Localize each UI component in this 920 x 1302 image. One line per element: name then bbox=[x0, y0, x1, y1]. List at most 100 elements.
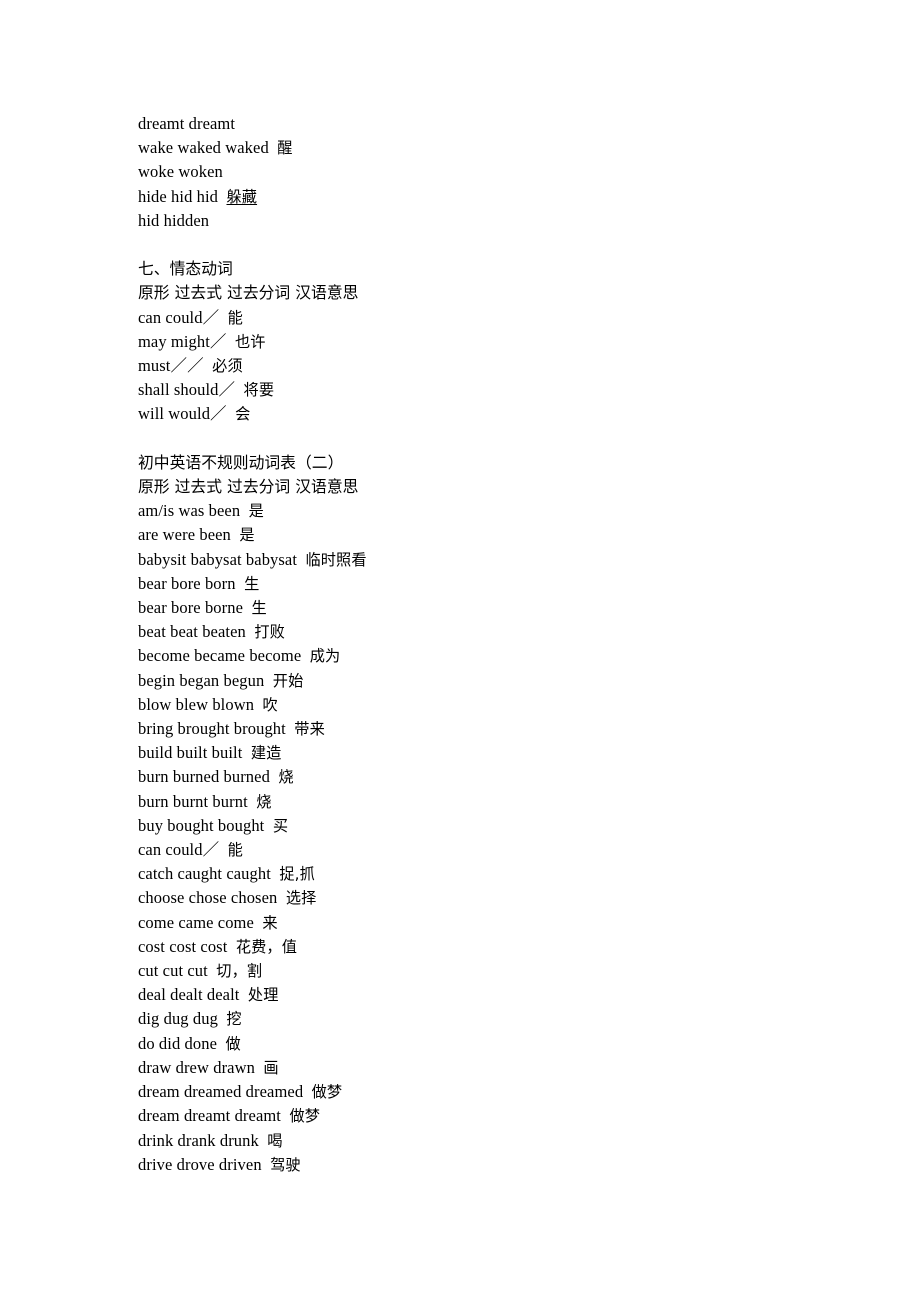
verb-forms-text: babysit babysat babysat bbox=[138, 549, 298, 569]
verb-forms-text: drink drank drunk bbox=[138, 1130, 259, 1150]
verb-meaning-text: 做梦 bbox=[289, 1107, 321, 1126]
entry-gap bbox=[269, 138, 277, 157]
verb-forms-text: may might／ bbox=[138, 331, 227, 351]
verb-forms-text: can could／ bbox=[138, 307, 220, 327]
verb-meaning-text: 打败 bbox=[254, 623, 285, 642]
verb-meaning-text: 是 bbox=[239, 526, 255, 545]
verb-entry-row: deal dealt dealt 处理 bbox=[138, 983, 838, 1007]
verb-forms-text: must／／ bbox=[138, 356, 204, 376]
verb-meaning-text: 买 bbox=[272, 816, 289, 835]
verb-meaning-text: 能 bbox=[227, 308, 243, 327]
verb-meaning-text: 做 bbox=[225, 1034, 241, 1053]
section-heading: 七、情态动词 bbox=[138, 257, 838, 281]
verb-forms-text: hid hidden bbox=[138, 210, 210, 230]
verb-forms-text: burn burned burned bbox=[138, 767, 270, 787]
verb-meaning-text: 花费，值 bbox=[235, 937, 297, 956]
verb-meaning-text: 处理 bbox=[247, 986, 279, 1005]
verb-forms-text: shall should／ bbox=[138, 380, 236, 400]
verb-meaning-text: 吹 bbox=[262, 695, 278, 714]
verb-meaning-text: 躲藏 bbox=[226, 187, 258, 206]
entry-gap bbox=[242, 743, 250, 762]
verb-meaning-text: 成为 bbox=[309, 647, 341, 666]
entry-gap bbox=[227, 404, 235, 423]
entry-gap bbox=[264, 816, 272, 835]
verb-entry-row: hide hid hid 躲藏 bbox=[138, 185, 838, 209]
verb-meaning-text: 必须 bbox=[212, 357, 243, 376]
verb-entry-row: catch caught caught 捉,抓 bbox=[138, 862, 838, 886]
verb-forms-text: cost cost cost bbox=[138, 936, 228, 956]
entry-gap bbox=[262, 1155, 270, 1174]
verb-entry-row: choose chose chosen 选择 bbox=[138, 886, 838, 910]
verb-forms-text: dream dreamt dreamt bbox=[138, 1106, 281, 1126]
verb-entry-row: build built built 建造 bbox=[138, 741, 838, 765]
verb-meaning-text: 选择 bbox=[285, 889, 317, 908]
entry-gap bbox=[235, 380, 243, 399]
verb-forms-text: woke woken bbox=[138, 162, 223, 182]
verb-meaning-text: 是 bbox=[248, 502, 264, 521]
verb-entry-row: can could／ 能 bbox=[138, 306, 838, 330]
verb-entry-row: babysit babysat babysat 临时照看 bbox=[138, 548, 838, 572]
verb-entry-row: blow blew blown 吹 bbox=[138, 693, 838, 717]
column-header-text: 原形 过去式 过去分词 汉语意思 bbox=[138, 283, 359, 303]
verb-entry-row: cost cost cost 花费，值 bbox=[138, 935, 838, 959]
verb-meaning-text: 醒 bbox=[277, 139, 293, 158]
verb-forms-text: buy bought bought bbox=[138, 815, 265, 835]
verb-forms-text: bring brought brought bbox=[138, 719, 286, 739]
verb-forms-text: drive drove driven bbox=[138, 1154, 262, 1174]
verb-meaning-text: 生 bbox=[251, 599, 267, 618]
verb-entry-row: burn burnt burnt 烧 bbox=[138, 790, 838, 814]
verb-forms-text: burn burnt burnt bbox=[138, 791, 248, 811]
verb-forms-text: beat beat beaten bbox=[138, 622, 246, 642]
entry-gap bbox=[227, 332, 235, 351]
entry-gap bbox=[264, 671, 272, 690]
verb-entry-row: dig dug dug 挖 bbox=[138, 1007, 838, 1031]
verb-meaning-text: 临时照看 bbox=[305, 550, 367, 569]
verb-entry-row: dream dreamed dreamed 做梦 bbox=[138, 1080, 838, 1104]
verb-entry-row: am/is was been 是 bbox=[138, 499, 838, 523]
entry-gap bbox=[227, 937, 235, 956]
verb-meaning-text: 会 bbox=[235, 405, 251, 424]
verb-forms-text: dream dreamed dreamed bbox=[138, 1082, 304, 1102]
column-header-text: 原形 过去式 过去分词 汉语意思 bbox=[138, 477, 359, 497]
entry-gap bbox=[248, 792, 256, 811]
entry-gap bbox=[239, 985, 247, 1004]
verb-entry-row: must／／ 必须 bbox=[138, 354, 838, 378]
entry-gap bbox=[219, 840, 227, 859]
verb-forms-text: blow blew blown bbox=[138, 694, 255, 714]
entry-gap bbox=[303, 1082, 311, 1101]
column-header-row: 原形 过去式 过去分词 汉语意思 bbox=[138, 475, 838, 499]
verb-forms-text: are were been bbox=[138, 525, 231, 545]
verb-entry-row: beat beat beaten 打败 bbox=[138, 620, 838, 644]
verb-entry-row: begin began begun 开始 bbox=[138, 669, 838, 693]
document-page: dreamt dreamt wake waked waked 醒 woke woke… bbox=[0, 0, 920, 1302]
verb-meaning-text: 挖 bbox=[226, 1010, 242, 1029]
verb-entry-row: draw drew drawn 画 bbox=[138, 1056, 838, 1080]
document-body: dreamt dreamt wake waked waked 醒 woke woke… bbox=[138, 112, 838, 1177]
verb-forms-text: become became become bbox=[138, 646, 302, 666]
verb-entry-row: woke woken bbox=[138, 160, 838, 184]
heading-suffix: （二） bbox=[295, 452, 344, 472]
verb-meaning-text: 建造 bbox=[250, 744, 282, 763]
verb-forms-text: choose chose chosen bbox=[138, 888, 278, 908]
verb-meaning-text: 来 bbox=[262, 913, 278, 932]
entry-gap bbox=[219, 308, 227, 327]
verb-meaning-text: 烧 bbox=[256, 792, 272, 811]
verb-meaning-text: 切，割 bbox=[216, 962, 263, 981]
verb-entry-row: hid hidden bbox=[138, 209, 838, 233]
column-header-row: 原形 过去式 过去分词 汉语意思 bbox=[138, 281, 838, 305]
verb-entry-row: bring brought brought 带来 bbox=[138, 717, 838, 741]
verb-meaning-text: 将要 bbox=[243, 381, 275, 400]
entry-gap bbox=[236, 574, 244, 593]
entry-gap bbox=[254, 695, 262, 714]
verb-forms-text: build built built bbox=[138, 743, 243, 763]
verb-entry-row: shall should／ 将要 bbox=[138, 378, 838, 402]
verb-meaning-text: 烧 bbox=[278, 768, 294, 787]
verb-meaning-text: 做梦 bbox=[311, 1083, 343, 1102]
verb-entry-row: can could／ 能 bbox=[138, 838, 838, 862]
verb-entry-row: buy bought bought 买 bbox=[138, 814, 838, 838]
verb-forms-text: cut cut cut bbox=[138, 961, 208, 981]
verb-meaning-text: 捉,抓 bbox=[279, 865, 315, 884]
verb-forms-text: begin began begun bbox=[138, 670, 265, 690]
verb-forms-text: will would／ bbox=[138, 404, 227, 424]
